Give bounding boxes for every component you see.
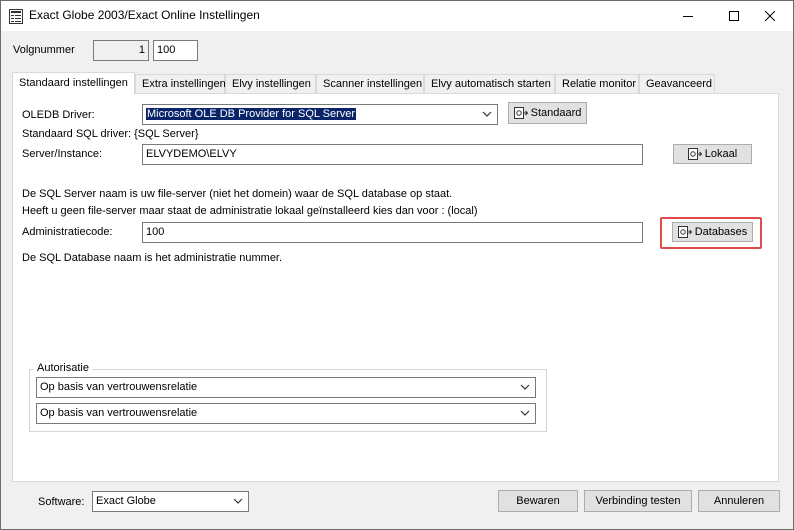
close-button[interactable] — [747, 1, 793, 31]
database-info-text: De SQL Database naam is het administrati… — [22, 252, 283, 264]
software-select[interactable]: Exact Globe — [92, 491, 249, 512]
tab-geavanceerd[interactable]: Geavanceerd — [639, 74, 715, 94]
tab-standaard-instellingen[interactable]: Standaard instellingen — [12, 72, 135, 95]
minimize-icon — [683, 16, 693, 17]
chevron-down-icon — [233, 498, 243, 504]
maximize-icon — [729, 11, 739, 21]
verbinding-testen-button[interactable]: Verbinding testen — [584, 490, 692, 512]
server-instance-label: Server/Instance: — [22, 148, 103, 160]
autorisatie-select-1-value: Op basis van vertrouwensrelatie — [40, 381, 198, 393]
oledb-driver-select[interactable]: Microsoft OLE DB Provider for SQL Server — [142, 104, 498, 125]
info-text-server: De SQL Server naam is uw file-server (ni… — [22, 188, 453, 200]
autorisatie-select-1[interactable]: Op basis van vertrouwensrelatie — [36, 377, 536, 398]
administratiecode-label: Administratiecode: — [22, 226, 113, 238]
tab-relatie-monitor[interactable]: Relatie monitor — [555, 74, 639, 94]
lokaal-button-label: Lokaal — [704, 148, 738, 160]
chevron-down-icon — [520, 410, 530, 416]
oledb-driver-label: OLEDB Driver: — [22, 109, 95, 121]
minimize-button[interactable] — [665, 1, 711, 31]
autorisatie-legend: Autorisatie — [34, 362, 92, 374]
volgnummer-readonly-field: 1 — [93, 40, 149, 61]
bewaren-button[interactable]: Bewaren — [498, 490, 578, 512]
oledb-driver-value: Microsoft OLE DB Provider for SQL Server — [146, 108, 357, 120]
volgnummer-label: Volgnummer — [13, 44, 75, 56]
database-connect-icon — [687, 148, 702, 160]
annuleren-button[interactable]: Annuleren — [698, 490, 780, 512]
tab-extra-instellingen[interactable]: Extra instellingen — [135, 74, 226, 94]
database-connect-icon — [513, 107, 528, 119]
tab-elvy-automatisch-starten[interactable]: Elvy automatisch starten — [424, 74, 555, 94]
title-bar: Exact Globe 2003/Exact Online Instelling… — [1, 1, 793, 31]
databases-button-label: Databases — [694, 226, 748, 238]
app-window-icon — [9, 9, 23, 24]
lokaal-button[interactable]: Lokaal — [673, 144, 752, 164]
administratiecode-field[interactable]: 100 — [142, 222, 643, 243]
software-label: Software: — [38, 496, 85, 508]
chevron-down-icon — [482, 111, 492, 117]
server-instance-field[interactable]: ELVYDEMO\ELVY — [142, 144, 643, 165]
database-connect-icon — [677, 226, 692, 238]
window-title: Exact Globe 2003/Exact Online Instelling… — [29, 8, 260, 22]
tab-elvy-instellingen[interactable]: Elvy instellingen — [225, 74, 316, 94]
chevron-down-icon — [520, 384, 530, 390]
tab-scanner-instellingen[interactable]: Scanner instellingen — [316, 74, 424, 94]
info-text-local: Heeft u geen file-server maar staat de a… — [22, 205, 478, 217]
databases-button[interactable]: Databases — [672, 222, 753, 242]
standaard-button-label: Standaard — [530, 107, 582, 119]
autorisatie-select-2-value: Op basis van vertrouwensrelatie — [40, 407, 198, 419]
autorisatie-select-2[interactable]: Op basis van vertrouwensrelatie — [36, 403, 536, 424]
standaard-sql-driver-text: Standaard SQL driver: {SQL Server} — [22, 128, 199, 140]
standaard-button[interactable]: Standaard — [508, 102, 587, 124]
software-select-value: Exact Globe — [96, 495, 156, 507]
volgnummer-field[interactable]: 100 — [153, 40, 198, 61]
close-icon — [765, 11, 775, 21]
